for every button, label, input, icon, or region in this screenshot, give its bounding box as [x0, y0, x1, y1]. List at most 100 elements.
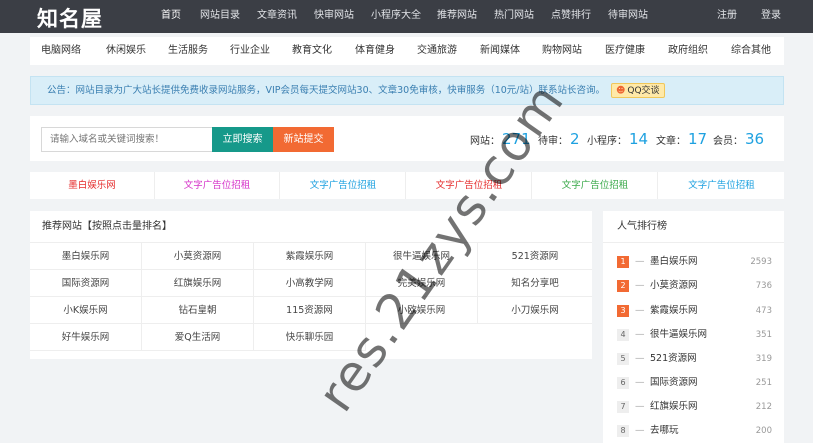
rank-separator: —	[635, 256, 645, 267]
ranking-item[interactable]: 8 — 去哪玩 200	[603, 419, 784, 443]
nav-mini-programs[interactable]: 小程序大全	[371, 0, 421, 31]
ranking-item[interactable]: 5 — 521资源网 319	[603, 347, 784, 371]
category-link[interactable]: 综合其他	[731, 37, 771, 65]
notice-text: 公告：网站目录为广大站长提供免费收录网站服务，VIP会员每天提交网站30、文章3…	[47, 85, 605, 96]
rank-separator: —	[635, 305, 645, 316]
rank-click-count: 319	[755, 354, 772, 364]
ranking-item[interactable]: 3 — 紫霞娱乐网 473	[603, 299, 784, 323]
stat-mini-programs: 小程序： 14	[587, 130, 649, 148]
category-link[interactable]: 政府组织	[668, 37, 708, 65]
recommended-site[interactable]: 快乐聊乐园	[254, 324, 366, 351]
nav-popular[interactable]: 热门网站	[494, 0, 534, 31]
rank-site-name[interactable]: 小莫资源网	[650, 274, 698, 298]
stat-members: 会员： 36	[713, 130, 765, 148]
rank-click-count: 473	[755, 306, 772, 316]
recommended-site[interactable]: 好牛娱乐网	[30, 324, 142, 351]
recommended-site[interactable]: 紫霞娱乐网	[254, 243, 366, 270]
rank-separator: —	[635, 353, 645, 364]
rank-number: 3	[617, 305, 629, 317]
recommended-title: 推荐网站【按照点击量排名】	[30, 211, 592, 243]
nav-articles[interactable]: 文章资讯	[257, 0, 297, 31]
login-link[interactable]: 登录	[761, 0, 781, 31]
top-navbar: 知名屋 首页 网站目录 文章资讯 快审网站 小程序大全 推荐网站 热门网站 点赞…	[0, 0, 813, 33]
category-link[interactable]: 新闻媒体	[480, 37, 520, 65]
search-button[interactable]: 立即搜索	[212, 127, 273, 152]
rank-separator: —	[635, 377, 645, 388]
rank-number: 4	[617, 329, 629, 341]
rank-site-name[interactable]: 国际资源网	[650, 371, 698, 395]
nav-quick-review[interactable]: 快审网站	[314, 0, 354, 31]
text-ad[interactable]: 文字广告位招租	[281, 172, 406, 199]
rank-site-name[interactable]: 去哪玩	[650, 419, 679, 443]
rank-click-count: 351	[755, 330, 772, 340]
recommended-site[interactable]: 521资源网	[478, 243, 592, 270]
register-link[interactable]: 注册	[717, 0, 737, 31]
text-ad[interactable]: 墨白娱乐网	[30, 172, 155, 199]
qq-chat-button[interactable]: ☻ QQ交谈	[611, 83, 665, 98]
rank-site-name[interactable]: 紫霞娱乐网	[650, 299, 698, 323]
recommended-site[interactable]: 小莫资源网	[142, 243, 254, 270]
recommended-site[interactable]: 爱Q生活网	[142, 324, 254, 351]
rank-site-name[interactable]: 521资源网	[650, 347, 697, 371]
category-link[interactable]: 医疗健康	[605, 37, 645, 65]
category-link[interactable]: 购物网站	[542, 37, 582, 65]
ranking-title: 人气排行榜	[603, 211, 784, 243]
ranking-item[interactable]: 2 — 小莫资源网 736	[603, 274, 784, 298]
category-link[interactable]: 电脑网络	[41, 37, 81, 65]
nav-pending[interactable]: 待审网站	[608, 0, 648, 31]
text-ad[interactable]: 文字广告位招租	[155, 172, 280, 199]
stat-pending: 待审： 2	[538, 130, 580, 148]
rank-separator: —	[635, 425, 645, 436]
notice-bar: 公告：网站目录为广大站长提供免费收录网站服务，VIP会员每天提交网站30、文章3…	[30, 76, 784, 105]
recommended-site[interactable]: 很牛逼娱乐网	[366, 243, 478, 270]
ranking-item[interactable]: 7 — 红旗娱乐网 212	[603, 395, 784, 419]
nav-recommended[interactable]: 推荐网站	[437, 0, 477, 31]
category-link[interactable]: 交通旅游	[417, 37, 457, 65]
nav-likes-ranking[interactable]: 点赞排行	[551, 0, 591, 31]
nav-directory[interactable]: 网站目录	[200, 0, 240, 31]
rank-click-count: 200	[755, 426, 772, 436]
nav-home[interactable]: 首页	[161, 0, 181, 31]
qq-chat-label: QQ交谈	[627, 86, 660, 96]
category-link[interactable]: 行业企业	[230, 37, 270, 65]
ranking-item[interactable]: 1 — 墨白娱乐网 2593	[603, 250, 784, 274]
recommended-site[interactable]: 钻石皇朝	[142, 297, 254, 324]
recommended-site[interactable]: 红旗娱乐网	[142, 270, 254, 297]
recommended-site[interactable]: 墨白娱乐网	[30, 243, 142, 270]
rank-site-name[interactable]: 墨白娱乐网	[650, 250, 698, 274]
ranking-item[interactable]: 4 — 很牛逼娱乐网 351	[603, 323, 784, 347]
rank-site-name[interactable]: 红旗娱乐网	[650, 395, 698, 419]
text-ad[interactable]: 文字广告位招租	[659, 172, 784, 199]
rank-number: 6	[617, 377, 629, 389]
text-ad[interactable]: 文字广告位招租	[407, 172, 532, 199]
recommended-site[interactable]: 完美娱乐网	[366, 270, 478, 297]
rank-separator: —	[635, 401, 645, 412]
qq-penguin-icon: ☻	[616, 86, 626, 96]
ranking-item[interactable]: 6 — 国际资源网 251	[603, 371, 784, 395]
rank-click-count: 251	[755, 378, 772, 388]
rank-number: 8	[617, 425, 629, 437]
rank-site-name[interactable]: 很牛逼娱乐网	[650, 323, 707, 347]
rank-number: 5	[617, 353, 629, 365]
site-logo[interactable]: 知名屋	[37, 3, 103, 33]
rank-number: 1	[617, 256, 629, 268]
category-link[interactable]: 教育文化	[292, 37, 332, 65]
recommended-site[interactable]: 小高教学网	[254, 270, 366, 297]
recommended-site[interactable]: 115资源网	[254, 297, 366, 324]
rank-number: 7	[617, 401, 629, 413]
rank-click-count: 2593	[750, 257, 772, 267]
category-link[interactable]: 体育健身	[355, 37, 395, 65]
recommended-site[interactable]: 小K娱乐网	[30, 297, 142, 324]
recommended-site[interactable]: 小欧娱乐网	[366, 297, 478, 324]
popularity-ranking-panel: 人气排行榜 1 — 墨白娱乐网 2593 2 — 小莫资源网 736 3 — 紫霞娱乐网 4 7 3 …	[603, 211, 784, 443]
recommended-site[interactable]: 小刀娱乐网	[478, 297, 592, 324]
search-input[interactable]	[41, 127, 212, 152]
recommended-site[interactable]: 国际资源网	[30, 270, 142, 297]
search-panel: 立即搜索 新站提交 网站：271 待审：2 小程序：14 文章：17 会员：36	[30, 116, 784, 161]
category-link[interactable]: 生活服务	[168, 37, 208, 65]
text-ad[interactable]: 文字广告位招租	[533, 172, 658, 199]
rank-click-count: 736	[755, 281, 772, 291]
category-link[interactable]: 休闲娱乐	[106, 37, 146, 65]
submit-site-button[interactable]: 新站提交	[273, 127, 334, 152]
recommended-site[interactable]: 知名分享吧	[478, 270, 592, 297]
